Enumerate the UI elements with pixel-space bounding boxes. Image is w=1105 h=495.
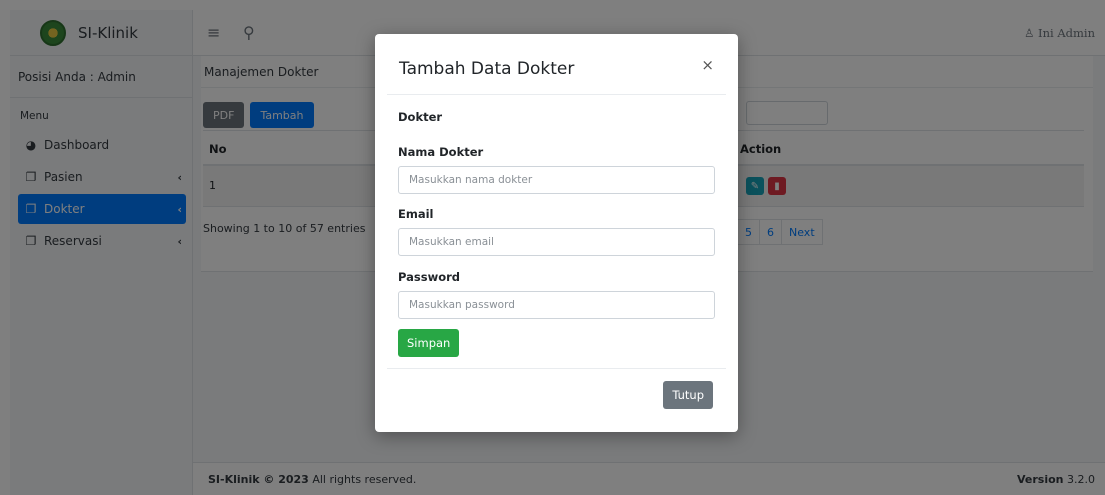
modal-title: Tambah Data Dokter xyxy=(399,59,575,79)
password-label: Password xyxy=(398,270,460,284)
close-button[interactable]: Tutup xyxy=(663,381,713,409)
modal-footer: Tutup xyxy=(387,368,726,428)
modal-header: Tambah Data Dokter × xyxy=(387,34,726,95)
form-section-title: Dokter xyxy=(398,110,443,124)
email-label: Email xyxy=(398,207,434,221)
doctor-name-input[interactable] xyxy=(398,166,715,194)
save-button[interactable]: Simpan xyxy=(398,329,460,357)
close-icon[interactable]: × xyxy=(701,56,714,74)
add-doctor-modal: Tambah Data Dokter × Dokter Nama Dokter … xyxy=(375,34,738,432)
doctor-name-label: Nama Dokter xyxy=(398,145,484,159)
email-input[interactable] xyxy=(398,228,715,256)
password-input[interactable] xyxy=(398,291,715,319)
